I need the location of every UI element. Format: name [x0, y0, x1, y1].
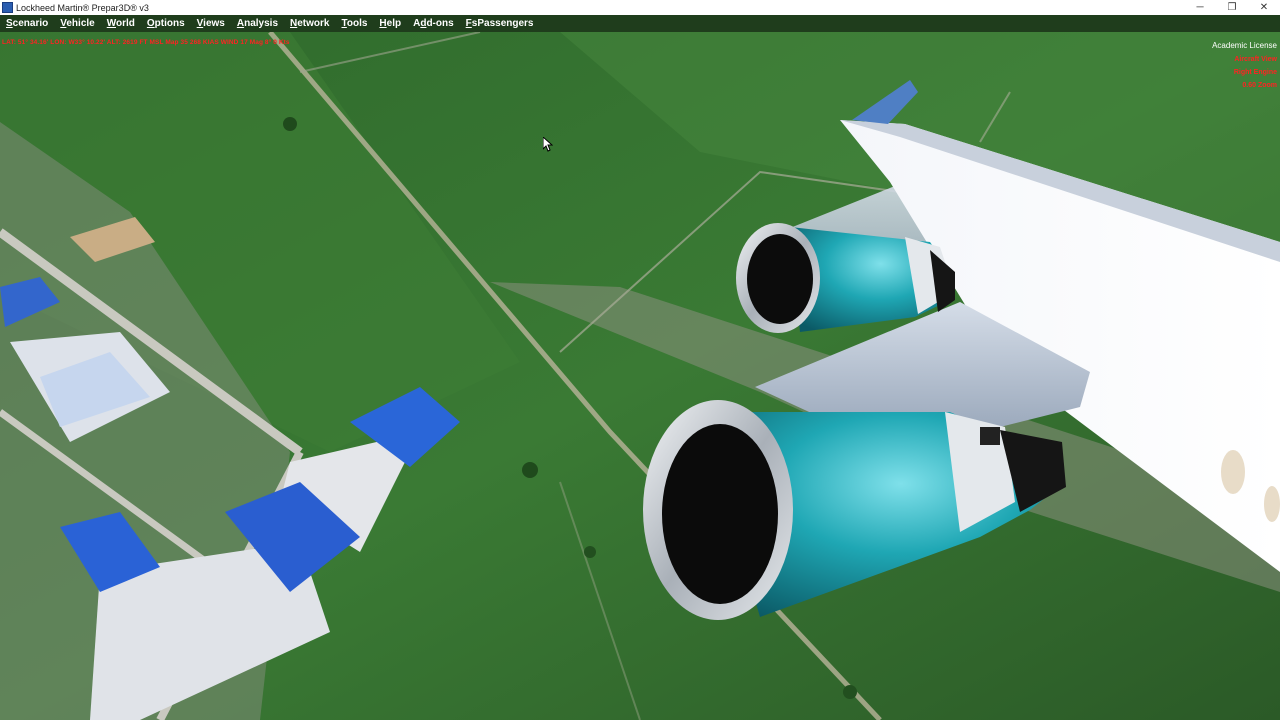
menu-tools[interactable]: Tools [341, 18, 367, 29]
menu-world[interactable]: World [107, 18, 135, 29]
aerial-scene [0, 32, 1280, 720]
menu-fspassengers[interactable]: FsPassengers [466, 18, 534, 29]
zoom-label: 0.60 Zoom [1242, 82, 1277, 89]
menu-add-ons[interactable]: Add-ons [413, 18, 454, 29]
menu-help[interactable]: Help [379, 18, 401, 29]
restore-button[interactable]: ❐ [1216, 0, 1248, 15]
view-mode-label: Aircraft View [1234, 56, 1277, 63]
menu-views[interactable]: Views [197, 18, 225, 29]
app-icon [2, 2, 13, 13]
window-controls: ─ ❐ ✕ [1184, 0, 1280, 15]
view-target-label: Right Engine [1233, 69, 1277, 76]
menu-bar: Scenario Vehicle World Options Views Ana… [0, 15, 1280, 32]
view-info: Aircraft View Right Engine 0.60 Zoom [1234, 53, 1277, 92]
menu-vehicle[interactable]: Vehicle [60, 18, 94, 29]
position-status-line: LAT: 51° 34.16' LON: W33° 10.22' ALT: 26… [2, 39, 290, 46]
menu-analysis[interactable]: Analysis [237, 18, 278, 29]
menu-options[interactable]: Options [147, 18, 185, 29]
window-title: Lockheed Martin® Prepar3D® v3 [16, 2, 149, 13]
mouse-cursor-icon [542, 135, 554, 157]
license-label: Academic License [1212, 41, 1277, 50]
minimize-button[interactable]: ─ [1184, 0, 1216, 15]
close-button[interactable]: ✕ [1248, 0, 1280, 15]
menu-network[interactable]: Network [290, 18, 329, 29]
simulator-viewport[interactable] [0, 32, 1280, 720]
menu-scenario[interactable]: Scenario [6, 18, 48, 29]
title-bar: Lockheed Martin® Prepar3D® v3 ─ ❐ ✕ [0, 0, 1280, 15]
